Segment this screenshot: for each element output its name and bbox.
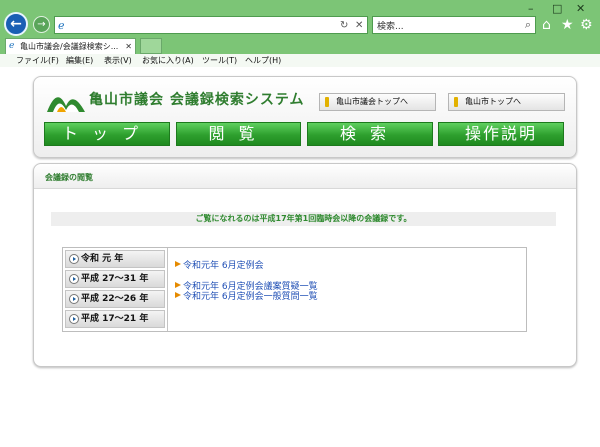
- meeting-link-bill-questions[interactable]: 令和元年 6月定例会議案質疑一覧: [175, 282, 318, 292]
- settings-gear-icon[interactable]: ⚙: [580, 17, 593, 33]
- maximize-icon[interactable]: □: [552, 2, 562, 15]
- section-header: 会議録の閲覧: [34, 164, 576, 189]
- tab-close-icon[interactable]: ✕: [125, 39, 132, 54]
- meeting-link-general-questions[interactable]: 令和元年 6月定例会一般質問一覧: [175, 292, 318, 302]
- mountain-logo-icon: [47, 97, 85, 112]
- back-button[interactable]: ←: [4, 12, 28, 36]
- favorites-star-icon[interactable]: ★: [561, 17, 574, 33]
- availability-notice: ご覧になれるのは平成17年第1回臨時会以降の会議録です。: [51, 212, 556, 226]
- close-window-icon[interactable]: ✕: [576, 2, 585, 15]
- forward-button[interactable]: →: [33, 16, 50, 33]
- nav-top-button[interactable]: トップ: [44, 122, 170, 146]
- minutes-browse-panel: 会議録の閲覧 ご覧になれるのは平成17年第1回臨時会以降の会議録です。 令和 元…: [33, 163, 577, 367]
- nav-search-button[interactable]: 検索: [307, 122, 433, 146]
- meeting-selector: 令和 元 年 平成 27～31 年 平成 22～26 年 平成 17～21 年 …: [62, 247, 527, 332]
- menu-file[interactable]: ファイル(F): [16, 55, 59, 66]
- search-box[interactable]: 検索... ⌕: [372, 16, 536, 34]
- new-tab-button[interactable]: [140, 38, 162, 54]
- home-icon[interactable]: ⌂: [542, 17, 551, 33]
- minimize-icon[interactable]: –: [528, 2, 534, 15]
- ie-page-icon: ℯ: [58, 19, 65, 32]
- site-title: 亀山市議会 会議録検索システム: [89, 92, 305, 108]
- nav-help-button[interactable]: 操作説明: [438, 122, 564, 146]
- browser-chrome: ← → ℯ ↻ ✕ 検索... ⌕ – □ ✕ ⌂ ★ ⚙ ℯ 亀山市議会/会議…: [0, 0, 600, 68]
- tab-title: 亀山市議会/会議録検索シ...: [20, 42, 119, 51]
- menu-view[interactable]: 表示(V): [104, 55, 132, 66]
- tab-ie-icon: ℯ: [9, 41, 15, 51]
- council-top-link[interactable]: 亀山市議会トップへ: [319, 93, 436, 111]
- site-header: 亀山市議会 会議録検索システム 亀山市議会トップへ 亀山市トップへ トップ 閲覧…: [33, 76, 577, 158]
- menu-favorites[interactable]: お気に入り(A): [142, 55, 194, 66]
- nav-browse-button[interactable]: 閲覧: [176, 122, 301, 146]
- browser-tab[interactable]: ℯ 亀山市議会/会議録検索シ... ✕: [5, 38, 136, 54]
- year-item-h27-31[interactable]: 平成 27～31 年: [65, 270, 165, 288]
- web-page: 亀山市議会 会議録検索システム 亀山市議会トップへ 亀山市トップへ トップ 閲覧…: [0, 67, 600, 447]
- column-divider: [167, 248, 168, 331]
- stop-icon[interactable]: ✕: [355, 19, 363, 32]
- year-item-h22-26[interactable]: 平成 22～26 年: [65, 290, 165, 308]
- menu-edit[interactable]: 編集(E): [66, 55, 93, 66]
- year-item-reiwa1[interactable]: 令和 元 年: [65, 250, 165, 268]
- menu-tools[interactable]: ツール(T): [202, 55, 237, 66]
- year-list: 令和 元 年 平成 27～31 年 平成 22～26 年 平成 17～21 年: [65, 250, 165, 328]
- address-bar[interactable]: ℯ ↻ ✕: [54, 16, 368, 34]
- menu-bar: ファイル(F) 編集(E) 表示(V) お気に入り(A) ツール(T) ヘルプ(…: [0, 54, 600, 68]
- refresh-icon[interactable]: ↻: [340, 19, 348, 32]
- year-item-h17-21[interactable]: 平成 17～21 年: [65, 310, 165, 328]
- meeting-link-regular[interactable]: 令和元年 6月定例会: [175, 261, 264, 271]
- city-top-link[interactable]: 亀山市トップへ: [448, 93, 565, 111]
- section-title: 会議録の閲覧: [45, 173, 93, 182]
- search-placeholder: 検索...: [377, 22, 404, 32]
- search-icon[interactable]: ⌕: [525, 18, 531, 32]
- menu-help[interactable]: ヘルプ(H): [245, 55, 281, 66]
